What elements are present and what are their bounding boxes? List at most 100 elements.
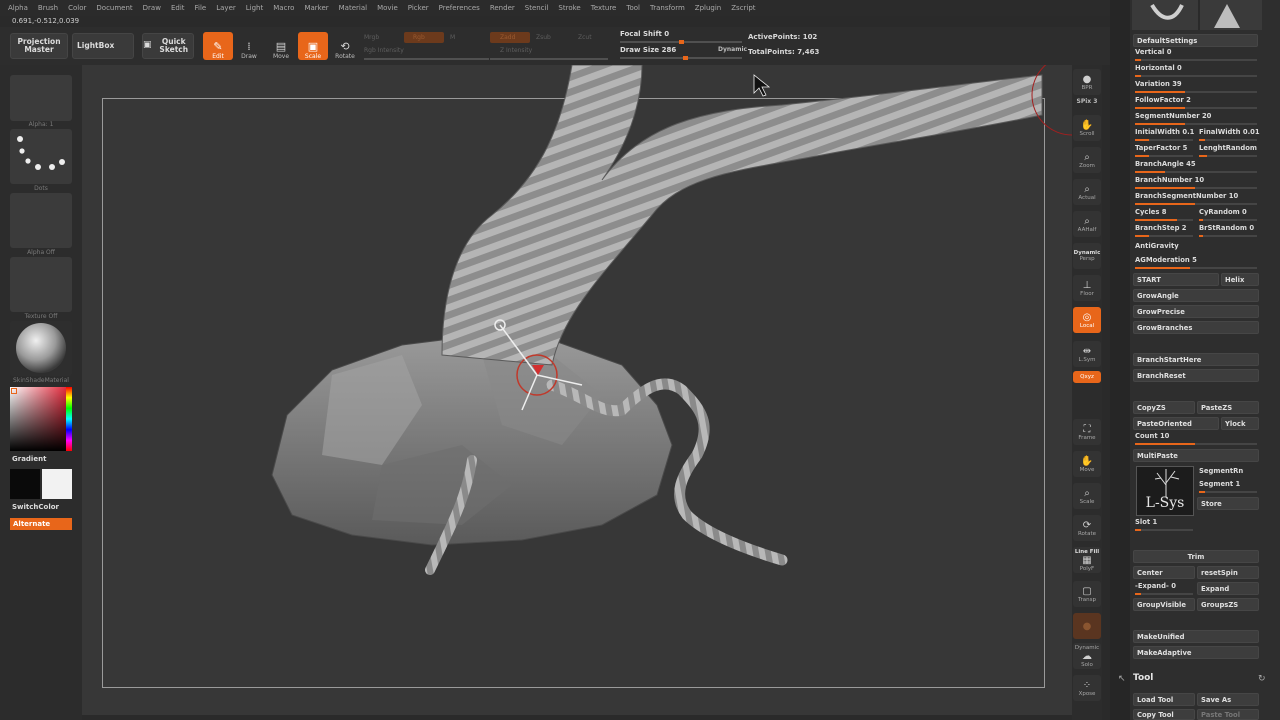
anti-gravity-toggle[interactable]: AntiGravity: [1135, 242, 1257, 255]
default-settings-button[interactable]: DefaultSettings: [1133, 34, 1258, 47]
menu-item[interactable]: Document: [96, 4, 132, 12]
rotate-view-button[interactable]: ⟳ Rotate: [1073, 515, 1101, 541]
scale-view-button[interactable]: ⌕ Scale: [1073, 483, 1101, 509]
branch-segment-number-slider[interactable]: BranchSegmentNumber 10: [1135, 192, 1257, 205]
branch-step-slider[interactable]: BranchStep 2: [1135, 224, 1195, 237]
vertical-slider[interactable]: Vertical 0: [1135, 48, 1257, 61]
reset-spin-button[interactable]: resetSpin: [1197, 566, 1259, 579]
cycles-slider[interactable]: Cycles 8: [1135, 208, 1195, 221]
helix-button[interactable]: Helix: [1221, 273, 1259, 286]
spix-slider[interactable]: SPix 3: [1072, 98, 1102, 105]
final-width-slider[interactable]: FinalWidth 0.01: [1199, 128, 1260, 141]
menu-item[interactable]: Light: [246, 4, 263, 12]
hue-strip[interactable]: [66, 387, 72, 451]
taper-factor-slider[interactable]: TaperFactor 5: [1135, 144, 1195, 157]
grow-angle-button[interactable]: GrowAngle: [1133, 289, 1259, 302]
menu-item[interactable]: Tool: [626, 4, 640, 12]
branch-start-here-button[interactable]: BranchStartHere: [1133, 353, 1259, 366]
draw-mode-button[interactable]: ⁞ Draw: [234, 32, 264, 61]
menu-item[interactable]: Preferences: [439, 4, 480, 12]
segment-number-slider[interactable]: SegmentNumber 20: [1135, 112, 1257, 125]
menu-item[interactable]: File: [195, 4, 207, 12]
menu-item[interactable]: Marker: [304, 4, 328, 12]
start-button[interactable]: START: [1133, 273, 1219, 286]
brst-random-slider[interactable]: BrStRandom 0: [1199, 224, 1259, 237]
trim-button[interactable]: Trim: [1133, 550, 1259, 563]
cy-random-slider[interactable]: CyRandom 0: [1199, 208, 1259, 221]
multi-paste-button[interactable]: MultiPaste: [1133, 449, 1259, 462]
slot-slider[interactable]: Slot 1: [1135, 518, 1195, 531]
gradient-toggle[interactable]: Gradient: [12, 455, 46, 463]
menu-item[interactable]: Zplugin: [695, 4, 721, 12]
expand-slider[interactable]: -Expand- 0: [1135, 582, 1195, 595]
segment-slider[interactable]: Segment 1: [1199, 480, 1259, 493]
copy-tool-button[interactable]: Copy Tool: [1133, 709, 1195, 720]
zoom-button[interactable]: ⌕ Zoom: [1073, 147, 1101, 173]
menu-item[interactable]: Stencil: [525, 4, 549, 12]
menu-item[interactable]: Brush: [38, 4, 58, 12]
grow-precise-button[interactable]: GrowPrecise: [1133, 305, 1259, 318]
lsym-button[interactable]: ⇹ L.Sym: [1073, 341, 1101, 367]
color-picker[interactable]: [10, 387, 72, 451]
variation-slider[interactable]: Variation 39: [1135, 80, 1257, 93]
menu-item[interactable]: Stroke: [558, 4, 580, 12]
menu-item[interactable]: Material: [339, 4, 367, 12]
dynamic-toggle[interactable]: Dynamic: [718, 46, 747, 53]
bpr-button[interactable]: ● BPR: [1073, 69, 1101, 95]
initial-width-slider[interactable]: InitialWidth 0.1: [1135, 128, 1195, 141]
menu-item[interactable]: Color: [68, 4, 86, 12]
rotate-mode-button[interactable]: ⟲ Rotate: [330, 32, 360, 61]
persp-button[interactable]: Dynamic Persp: [1073, 243, 1101, 269]
xpose-button[interactable]: ⁘ Xpose: [1073, 675, 1101, 701]
refresh-icon[interactable]: ↻: [1258, 674, 1266, 684]
projection-master-button[interactable]: Projection Master: [10, 33, 68, 59]
switch-color-button[interactable]: SwitchColor: [12, 503, 59, 511]
aahalf-button[interactable]: ⌕ AAHalf: [1073, 211, 1101, 237]
menu-item[interactable]: Zscript: [731, 4, 755, 12]
menu-item[interactable]: Transform: [650, 4, 685, 12]
mrgb-toggle[interactable]: Mrgb: [364, 34, 379, 41]
menu-item[interactable]: Macro: [273, 4, 294, 12]
menu-item[interactable]: Alpha: [8, 4, 28, 12]
load-tool-button[interactable]: Load Tool: [1133, 693, 1195, 706]
edit-mode-button[interactable]: ✎ Edit: [203, 32, 233, 60]
transp-button[interactable]: ▢ Transp: [1073, 581, 1101, 607]
draw-size-knob[interactable]: [683, 56, 688, 60]
actual-button[interactable]: ⌕ Actual: [1073, 179, 1101, 205]
groups-zs-button[interactable]: GroupsZS: [1197, 598, 1259, 611]
ylock-toggle[interactable]: Ylock: [1221, 417, 1259, 430]
zsub-toggle[interactable]: Zsub: [536, 34, 551, 41]
quick-sketch-button[interactable]: ▣ Quick Sketch: [142, 33, 194, 59]
document-canvas[interactable]: [82, 65, 1072, 715]
move-view-button[interactable]: ✋ Move: [1073, 451, 1101, 477]
color-cursor[interactable]: [11, 388, 17, 394]
lsys-preview[interactable]: L-Sys: [1136, 466, 1194, 516]
center-button[interactable]: Center: [1133, 566, 1195, 579]
menu-item[interactable]: Movie: [377, 4, 398, 12]
rgb-intensity-slider[interactable]: Rgb Intensity: [364, 47, 404, 54]
branch-angle-slider[interactable]: BranchAngle 45: [1135, 160, 1257, 173]
branch-reset-button[interactable]: BranchReset: [1133, 369, 1259, 382]
grow-branches-button[interactable]: GrowBranches: [1133, 321, 1259, 334]
frame-button[interactable]: ⛶ Frame: [1073, 419, 1101, 445]
tree-model-viewport[interactable]: [82, 65, 1072, 715]
branch-number-slider[interactable]: BranchNumber 10: [1135, 176, 1257, 189]
scroll-button[interactable]: ✋ Scroll: [1073, 115, 1101, 141]
pin-icon[interactable]: ↖: [1118, 674, 1126, 684]
paste-tool-button[interactable]: Paste Tool: [1197, 709, 1259, 720]
material-thumbnail[interactable]: [10, 321, 72, 376]
alpha-thumbnail[interactable]: [10, 75, 72, 121]
expand-button[interactable]: Expand: [1197, 582, 1259, 595]
focal-shift-slider[interactable]: Focal Shift 0: [620, 30, 669, 38]
local-button[interactable]: ◎ Local: [1073, 307, 1101, 333]
make-unified-button[interactable]: MakeUnified: [1133, 630, 1259, 643]
main-color-swatch[interactable]: [10, 469, 40, 499]
menu-item[interactable]: Draw: [143, 4, 161, 12]
tree-thumbnails[interactable]: [1132, 0, 1262, 30]
move-mode-button[interactable]: ▤ Move: [266, 32, 296, 61]
follow-factor-slider[interactable]: FollowFactor 2: [1135, 96, 1257, 109]
segment-rn-toggle[interactable]: SegmentRn: [1199, 467, 1259, 480]
lenght-random-slider[interactable]: LenghtRandom: [1199, 144, 1259, 157]
make-adaptive-button[interactable]: MakeAdaptive: [1133, 646, 1259, 659]
texture-off-thumbnail[interactable]: [10, 257, 72, 312]
